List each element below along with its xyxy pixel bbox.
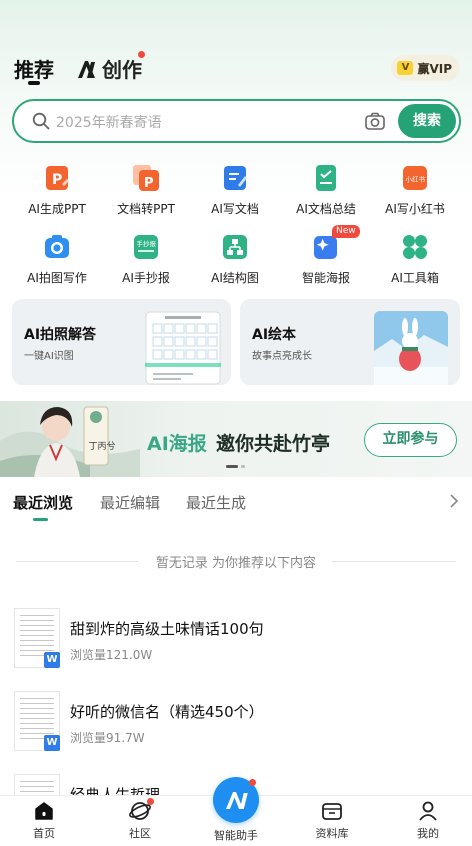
community-icon [129,798,154,822]
doc-views: 浏览量121.0W [70,648,153,662]
chevron-right-icon[interactable] [448,494,460,508]
handwritten-newspaper-icon: 手抄报 [132,233,160,261]
doc-title: 好听的微信名（精选450个） [70,703,264,721]
tool-ai-write-doc[interactable]: AI写文档 [188,164,282,217]
svg-text:手抄报: 手抄报 [137,239,157,248]
xiaohongshu-icon: 小红书 [401,164,429,192]
search-placeholder[interactable]: 2025年新春寄语 [56,112,162,132]
ppt-generate-icon: P [43,164,71,192]
word-doc-icon: W [44,652,60,668]
tool-doc-to-ppt[interactable]: P 文档转PPT [99,164,193,217]
nav-profile[interactable]: 我的 [388,800,468,841]
recent-tab-indicator [33,518,48,521]
tool-label: 智能海报 [301,271,350,285]
card-subtitle: 一键AI识图 [24,351,74,362]
banner-title: 邀你共赴竹亭 [216,433,331,455]
tool-doc-summary[interactable]: AI文档总结 [279,164,373,217]
tool-smart-poster[interactable]: New 智能海报 [279,225,373,286]
card-title: AI绘本 [252,327,297,343]
banner-character-illustration: 丁丙兮 [0,406,140,477]
tool-structure-diagram[interactable]: AI结构图 [188,233,282,286]
photo-writing-icon [43,233,71,261]
home-icon [33,800,55,822]
toolbox-icon [401,233,429,261]
tool-label: AI写小红书 [385,202,445,216]
svg-text:P: P [144,176,154,191]
nav-home[interactable]: 首页 [4,800,84,841]
nav-label: 我的 [417,827,439,840]
promo-banner[interactable]: 丁丙兮 AI海报 邀你共赴竹亭 立即参与 [0,401,472,477]
svg-text:小红书: 小红书 [406,175,426,184]
assistant-notification-dot [249,779,256,786]
doc-title: 甜到炸的高级土味情话100句 [70,620,264,638]
nav-community[interactable]: 社区 [100,798,180,841]
tool-label: AI结构图 [211,271,259,285]
ai-assistant-icon [226,792,248,809]
list-item[interactable]: W 好听的微信名（精选450个） 浏览量91.7W [14,691,458,753]
join-now-button[interactable]: 立即参与 [364,423,457,457]
tool-handwritten-newspaper[interactable]: 手抄报 AI手抄报 [99,233,193,286]
card-subtitle: 故事点亮成长 [252,351,312,362]
list-item[interactable]: W 甜到炸的高级土味情话100句 浏览量121.0W [14,608,458,670]
nav-label: 资料库 [315,827,349,840]
search-bar[interactable]: 2025年新春寄语 搜索 [12,99,461,143]
tool-label: AI手抄报 [122,271,170,285]
community-notification-dot [147,798,154,805]
ai-write-doc-icon [221,164,249,192]
card-title: AI拍照解答 [24,327,97,343]
word-doc-icon: W [44,735,60,751]
card-picture-book[interactable]: AI绘本 故事点亮成长 [240,299,460,385]
carousel-dot-active [226,465,238,468]
card-photo-answer[interactable]: AI拍照解答 一键AI识图 [12,299,231,385]
nav-label: 首页 [33,827,55,840]
tab-ai-create[interactable]: 创作 [76,54,142,83]
scroll-text: 丁丙兮 [89,440,116,452]
tool-ai-ppt[interactable]: P AI生成PPT [10,164,104,217]
tab-recent-edit[interactable]: 最近编辑 [100,492,160,513]
vip-icon: V [397,61,414,75]
empty-recent-text: 暂无记录 为你推荐以下内容 [155,556,317,571]
vip-button[interactable]: V 赢VIP [391,55,460,81]
search-icon [32,112,50,130]
search-button[interactable]: 搜索 [398,104,456,138]
doc-views: 浏览量91.7W [70,731,145,745]
nav-label: 社区 [129,827,151,840]
camera-icon[interactable] [364,111,386,131]
ai-logo-icon [78,60,96,78]
tool-label: AI工具箱 [391,271,439,285]
profile-icon [417,800,439,822]
tool-label: AI拍图写作 [27,271,87,285]
banner-ai-label: AI海报 [147,433,207,455]
nav-label: 智能助手 [214,829,258,842]
tool-label: AI文档总结 [296,202,356,216]
vip-label: 赢VIP [417,61,452,76]
rabbit-illustration [374,311,448,385]
create-notification-dot [138,51,145,58]
tool-photo-writing[interactable]: AI拍图写作 [10,233,104,286]
tab-recent-generate[interactable]: 最近生成 [186,492,246,513]
smart-poster-icon: New [312,225,360,261]
svg-text:P: P [52,172,62,188]
tab-recent-browse[interactable]: 最近浏览 [13,492,73,513]
nav-library[interactable]: 资料库 [292,800,372,841]
tab-recommend[interactable]: 推荐 [14,54,54,83]
worksheet-illustration [145,311,221,385]
library-icon [321,800,343,822]
tool-label: 文档转PPT [117,202,175,216]
header: 推荐 创作 V 赢VIP [14,50,460,90]
carousel-indicator [226,465,245,468]
tool-toolbox[interactable]: AI工具箱 [368,233,462,286]
carousel-dot [241,465,245,468]
recent-tabs: 最近浏览 最近编辑 最近生成 [13,492,460,522]
doc-to-ppt-icon: P [132,164,160,192]
tab-create-label: 创作 [102,58,142,82]
structure-diagram-icon [221,233,249,261]
tool-label: AI生成PPT [28,202,86,216]
tool-xiaohongshu[interactable]: 小红书 AI写小红书 [368,164,462,217]
tab-active-indicator [28,81,40,85]
tool-label: AI写文档 [211,202,259,216]
new-badge: New [332,225,360,238]
doc-summary-icon [312,164,340,192]
